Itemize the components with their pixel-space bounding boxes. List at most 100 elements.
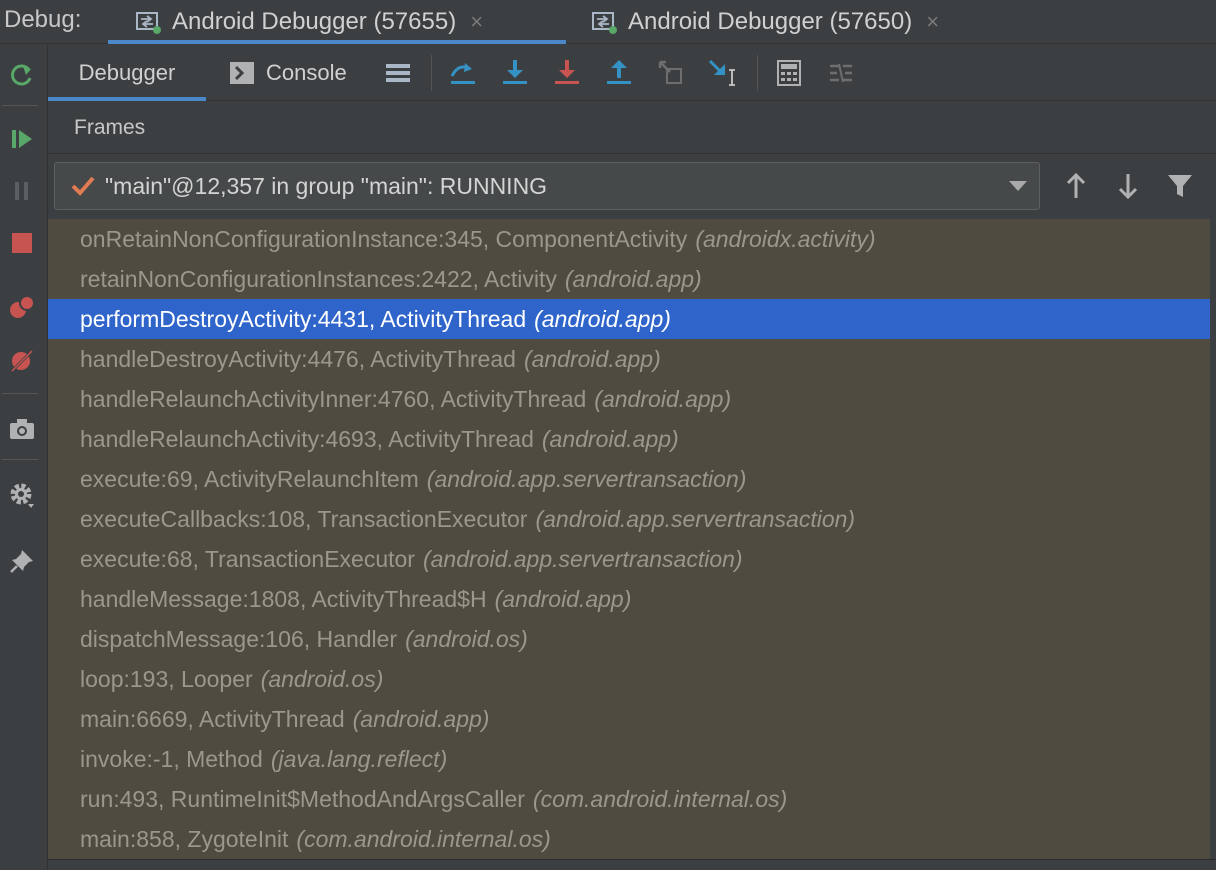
frame-package: (android.app.servertransaction) (422, 545, 743, 572)
trace-current-stream-icon[interactable] (823, 55, 859, 91)
frame-package: (android.os) (405, 625, 528, 652)
frame-row[interactable]: invoke:-1, Method (java.lang.reflect) (48, 739, 1210, 779)
tab-label: Debugger (78, 60, 176, 85)
session-tab-label: Android Debugger (57655) (172, 8, 457, 35)
filter-icon[interactable] (1163, 169, 1197, 203)
debug-label: Debug: (4, 6, 82, 33)
close-icon[interactable]: × (470, 9, 483, 35)
frames-list: onRetainNonConfigurationInstance:345, Co… (48, 219, 1210, 859)
frame-row[interactable]: execute:68, TransactionExecutor (android.… (48, 539, 1210, 579)
frame-package: (android.app) (494, 585, 632, 612)
frame-row[interactable]: main:6669, ActivityThread (android.app) (48, 699, 1210, 739)
frame-method: onRetainNonConfigurationInstance:345, Co… (80, 225, 688, 252)
frame-method: main:858, ZygoteInit (80, 825, 289, 852)
drop-frame-icon[interactable] (653, 55, 689, 91)
frame-package: (android.app) (534, 305, 671, 332)
frame-method: handleMessage:1808, ActivityThread$H (80, 585, 487, 612)
view-breakpoints-icon[interactable] (4, 289, 40, 325)
frame-row[interactable]: dispatchMessage:106, Handler (android.os) (48, 619, 1210, 659)
thread-selector-row: "main"@12,357 in group "main": RUNNING (48, 155, 1216, 219)
frame-method: main:6669, ActivityThread (80, 705, 345, 732)
frame-package: (android.app.servertransaction) (535, 505, 856, 532)
chevron-down-icon (1009, 181, 1027, 191)
frame-row[interactable]: execute:69, ActivityRelaunchItem (android… (48, 459, 1210, 499)
frame-row[interactable]: executeCallbacks:108, TransactionExecuto… (48, 499, 1210, 539)
debugger-session-icon (134, 9, 162, 35)
arrow-up-icon[interactable] (1059, 169, 1093, 203)
step-out-icon[interactable] (601, 55, 637, 91)
stop-icon[interactable] (4, 225, 40, 261)
panel-bottom-edge (48, 859, 1216, 870)
left-toolbar (0, 45, 48, 870)
frame-row[interactable]: retainNonConfigurationInstances:2422, Ac… (48, 259, 1210, 299)
frame-package: (java.lang.reflect) (270, 745, 448, 772)
frame-method: handleRelaunchActivity:4693, ActivityThr… (80, 425, 534, 452)
frame-method: dispatchMessage:106, Handler (80, 625, 398, 652)
session-tab-label: Android Debugger (57650) (628, 8, 913, 35)
frame-method: handleRelaunchActivityInner:4760, Activi… (80, 385, 587, 412)
frames-panel-header: Frames (48, 102, 1216, 154)
console-icon (230, 62, 254, 84)
frame-row[interactable]: handleRelaunchActivityInner:4760, Activi… (48, 379, 1210, 419)
frame-row[interactable]: main:858, ZygoteInit (com.android.interna… (48, 819, 1210, 859)
frame-row-selected[interactable]: performDestroyActivity:4431, ActivityThr… (48, 299, 1210, 339)
thread-name: "main"@12,357 in group "main": RUNNING (105, 172, 548, 199)
frame-row[interactable]: run:493, RuntimeInit$MethodAndArgsCaller… (48, 779, 1210, 819)
arrow-down-icon[interactable] (1111, 169, 1145, 203)
divider (2, 105, 38, 106)
resume-icon[interactable] (4, 121, 40, 157)
pin-icon[interactable] (4, 543, 40, 579)
step-over-icon[interactable] (445, 55, 481, 91)
settings-icon[interactable] (4, 477, 40, 513)
frame-method: handleDestroyActivity:4476, ActivityThre… (80, 345, 516, 372)
divider (2, 459, 38, 460)
debugger-toolbar: Debugger Console (48, 45, 1216, 101)
frame-package: (android.os) (260, 665, 384, 692)
run-to-cursor-icon[interactable] (705, 55, 741, 91)
tab-label: Console (266, 60, 347, 85)
frame-package: (android.app.servertransaction) (426, 465, 747, 492)
frame-method: loop:193, Looper (80, 665, 253, 692)
tab-debugger[interactable]: Debugger (48, 45, 206, 101)
camera-icon[interactable] (4, 411, 40, 447)
force-step-into-icon[interactable] (549, 55, 585, 91)
frame-package: (android.app) (594, 385, 732, 412)
tab-console[interactable]: Console (230, 45, 347, 101)
divider (2, 393, 38, 394)
thread-dropdown[interactable]: "main"@12,357 in group "main": RUNNING (54, 162, 1040, 210)
frame-method: invoke:-1, Method (80, 745, 263, 772)
close-icon[interactable]: × (926, 9, 939, 35)
frame-package: (android.app) (523, 345, 661, 372)
debugger-session-icon (590, 9, 618, 35)
scrollbar[interactable] (1210, 219, 1216, 870)
evaluate-expression-icon[interactable] (771, 55, 807, 91)
rerun-icon[interactable] (4, 57, 40, 93)
frame-package: (android.app) (352, 705, 490, 732)
frame-method: execute:68, TransactionExecutor (80, 545, 415, 572)
divider (757, 55, 758, 91)
frame-package: (com.android.internal.os) (296, 825, 551, 852)
frame-method: execute:69, ActivityRelaunchItem (80, 465, 419, 492)
frame-package: (androidx.activity) (695, 225, 876, 252)
frame-package: (com.android.internal.os) (532, 785, 788, 812)
step-into-icon[interactable] (497, 55, 533, 91)
layout-icon[interactable] (380, 55, 416, 91)
pause-icon[interactable] (4, 173, 40, 209)
session-tab-57655[interactable]: Android Debugger (57655) × (108, 0, 566, 44)
frames-title: Frames (74, 116, 146, 139)
frame-package: (android.app) (564, 265, 702, 292)
check-icon (69, 172, 97, 200)
frame-row[interactable]: loop:193, Looper (android.os) (48, 659, 1210, 699)
frame-method: performDestroyActivity:4431, ActivityThr… (80, 305, 527, 332)
frame-row[interactable]: handleMessage:1808, ActivityThread$H (and… (48, 579, 1210, 619)
divider (431, 55, 432, 91)
session-tab-57650[interactable]: Android Debugger (57650) × (590, 0, 1020, 44)
frame-row[interactable]: handleRelaunchActivity:4693, ActivityThr… (48, 419, 1210, 459)
frame-method: run:493, RuntimeInit$MethodAndArgsCaller (80, 785, 525, 812)
frame-row[interactable]: onRetainNonConfigurationInstance:345, Co… (48, 219, 1210, 259)
debug-session-bar: Debug: Android Debugger (57655) × Androi… (0, 0, 1216, 44)
mute-breakpoints-icon[interactable] (4, 343, 40, 379)
frame-method: retainNonConfigurationInstances:2422, Ac… (80, 265, 557, 292)
frame-method: executeCallbacks:108, TransactionExecuto… (80, 505, 528, 532)
frame-row[interactable]: handleDestroyActivity:4476, ActivityThre… (48, 339, 1210, 379)
